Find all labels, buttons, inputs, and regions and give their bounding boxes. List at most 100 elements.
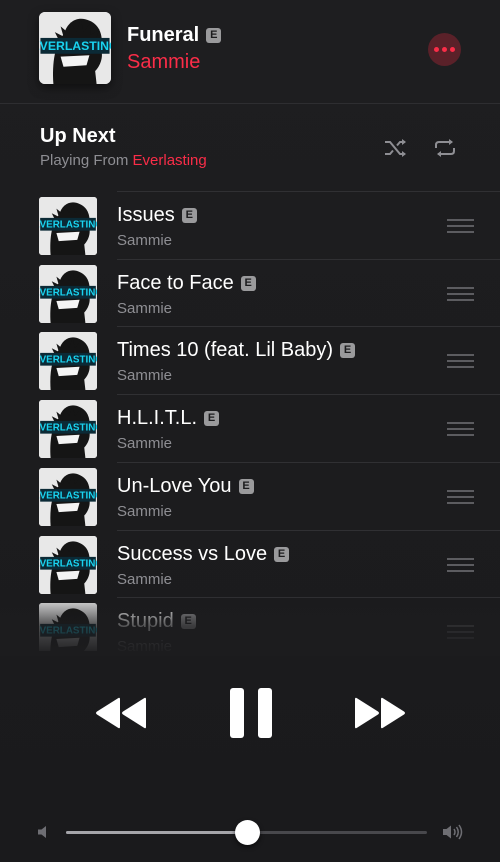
queue-track-title: Times 10 (feat. Lil Baby) xyxy=(117,339,334,362)
queue-album-art: EVERLASTING xyxy=(39,535,97,594)
queue-track-title: Face to Face xyxy=(117,271,234,294)
album-cover-graphic: EVERLASTING xyxy=(39,332,97,391)
queue-title-row: Issues E xyxy=(117,204,197,227)
up-next-title: Up Next xyxy=(40,125,116,147)
album-cover-graphic: EVERLASTING xyxy=(39,467,97,526)
album-art-text: EVERLASTING xyxy=(39,39,111,53)
queue-row[interactable]: EVERLASTING Un-Love You E Sammie xyxy=(0,461,500,530)
row-divider xyxy=(117,258,500,260)
queue-track-title: H.L.I.T.L. xyxy=(117,407,198,430)
album-art-text: EVERLASTING xyxy=(39,220,97,231)
row-divider xyxy=(117,461,500,463)
queue-row[interactable]: EVERLASTING Face to Face E Sammie xyxy=(0,258,500,327)
queue-row[interactable]: EVERLASTING Times 10 (feat. Lil Baby) E … xyxy=(0,326,500,394)
album-cover-graphic: EVERLASTING xyxy=(39,603,97,651)
up-next-header: Up Next Playing From Everlasting xyxy=(40,125,207,169)
reorder-handle-icon[interactable] xyxy=(447,557,474,572)
explicit-badge: E xyxy=(240,275,256,291)
queue-row[interactable]: EVERLASTING Stupid E Sammie xyxy=(0,597,500,651)
more-icon xyxy=(442,47,447,52)
explicit-badge: E xyxy=(274,546,290,562)
queue-title-row: H.L.I.T.L. E xyxy=(117,407,220,430)
explicit-badge: E xyxy=(238,478,254,494)
album-cover-graphic: EVERLASTING xyxy=(39,12,111,84)
queue-track-artist: Sammie xyxy=(117,502,173,520)
explicit-badge: E xyxy=(204,411,220,427)
queue-track-title: Un-Love You xyxy=(117,474,232,497)
queue-album-art: EVERLASTING xyxy=(39,467,97,526)
row-divider xyxy=(117,529,500,531)
more-icon xyxy=(450,47,455,52)
now-playing-album-art[interactable]: EVERLASTING xyxy=(39,12,111,84)
fast-forward-button[interactable] xyxy=(354,697,406,729)
queue-title-row: Un-Love You E xyxy=(117,475,254,498)
reorder-handle-icon[interactable] xyxy=(447,625,474,640)
volume-high-icon xyxy=(443,824,464,840)
queue-track-artist: Sammie xyxy=(117,638,173,651)
rewind-button[interactable] xyxy=(95,697,147,729)
queue-album-art: EVERLASTING xyxy=(39,332,97,391)
more-icon xyxy=(434,47,439,52)
queue-track-artist: Sammie xyxy=(117,570,173,588)
reorder-handle-icon[interactable] xyxy=(447,354,474,369)
explicit-badge: E xyxy=(181,208,197,223)
queue-row[interactable]: EVERLASTING H.L.I.T.L. E Sammie xyxy=(0,394,500,462)
queue-album-art: EVERLASTING xyxy=(39,197,97,255)
volume-fill xyxy=(66,831,247,834)
album-art-text: EVERLASTING xyxy=(39,626,97,637)
reorder-handle-icon[interactable] xyxy=(447,286,474,301)
row-divider xyxy=(117,191,500,192)
queue-title-row: Face to Face E xyxy=(117,272,256,295)
row-divider xyxy=(117,597,500,599)
volume-slider[interactable] xyxy=(66,820,427,845)
album-cover-graphic: EVERLASTING xyxy=(39,197,97,255)
shuffle-button[interactable] xyxy=(384,137,408,159)
volume-knob[interactable] xyxy=(234,820,260,845)
queue-album-art: EVERLASTING xyxy=(39,400,97,459)
pause-button[interactable] xyxy=(230,688,272,738)
queue-album-art: EVERLASTING xyxy=(39,603,97,651)
now-playing-header: EVERLASTING Funeral E Sammie xyxy=(0,0,500,104)
volume-low-icon xyxy=(38,825,50,839)
queue-album-art: EVERLASTING xyxy=(39,264,97,323)
queue-track-title: Issues xyxy=(117,204,175,226)
queue-row[interactable]: EVERLASTING Issues E Sammie xyxy=(0,191,500,259)
queue-track-title: Stupid xyxy=(117,610,174,633)
playing-from-label: Playing From xyxy=(40,152,129,169)
reorder-handle-icon[interactable] xyxy=(447,219,474,233)
album-art-text: EVERLASTING xyxy=(39,423,97,434)
row-divider xyxy=(117,326,500,328)
album-art-text: EVERLASTING xyxy=(39,558,97,569)
queue-track-artist: Sammie xyxy=(117,367,173,385)
row-divider xyxy=(117,394,500,396)
reorder-handle-icon[interactable] xyxy=(447,422,474,437)
now-playing-artist[interactable]: Sammie xyxy=(127,51,200,74)
album-art-image: EVERLASTING xyxy=(39,12,111,84)
queue-row[interactable]: EVERLASTING Success vs Love E Sammie xyxy=(0,529,500,598)
album-art-text: EVERLASTING xyxy=(39,287,97,298)
queue-track-artist: Sammie xyxy=(117,435,173,453)
reorder-handle-icon[interactable] xyxy=(447,489,474,504)
queue-track-artist: Sammie xyxy=(117,232,173,249)
playing-from: Playing From Everlasting xyxy=(40,152,207,169)
album-cover-graphic: EVERLASTING xyxy=(39,264,97,323)
queue-list[interactable]: EVERLASTING Issues E Sammie EVERLASTING … xyxy=(0,191,500,651)
pause-icon xyxy=(230,688,272,738)
album-art-text: EVERLASTING xyxy=(39,355,97,366)
now-playing-title-row: Funeral E xyxy=(127,24,222,47)
more-button[interactable] xyxy=(428,33,461,66)
queue-title-row: Stupid E xyxy=(117,610,196,633)
queue-title-row: Times 10 (feat. Lil Baby) E xyxy=(117,339,356,362)
queue-title-row: Success vs Love E xyxy=(117,542,290,566)
explicit-badge: E xyxy=(340,343,356,359)
queue-track-title: Success vs Love xyxy=(117,542,268,565)
shuffle-icon xyxy=(385,139,406,157)
playing-from-source[interactable]: Everlasting xyxy=(133,152,207,169)
queue-track-artist: Sammie xyxy=(117,299,173,317)
explicit-badge: E xyxy=(180,614,196,630)
repeat-button[interactable] xyxy=(433,137,457,159)
now-playing-title[interactable]: Funeral xyxy=(127,24,199,47)
repeat-icon xyxy=(435,139,455,157)
album-art-text: EVERLASTING xyxy=(39,491,97,502)
album-cover-graphic: EVERLASTING xyxy=(39,400,97,459)
